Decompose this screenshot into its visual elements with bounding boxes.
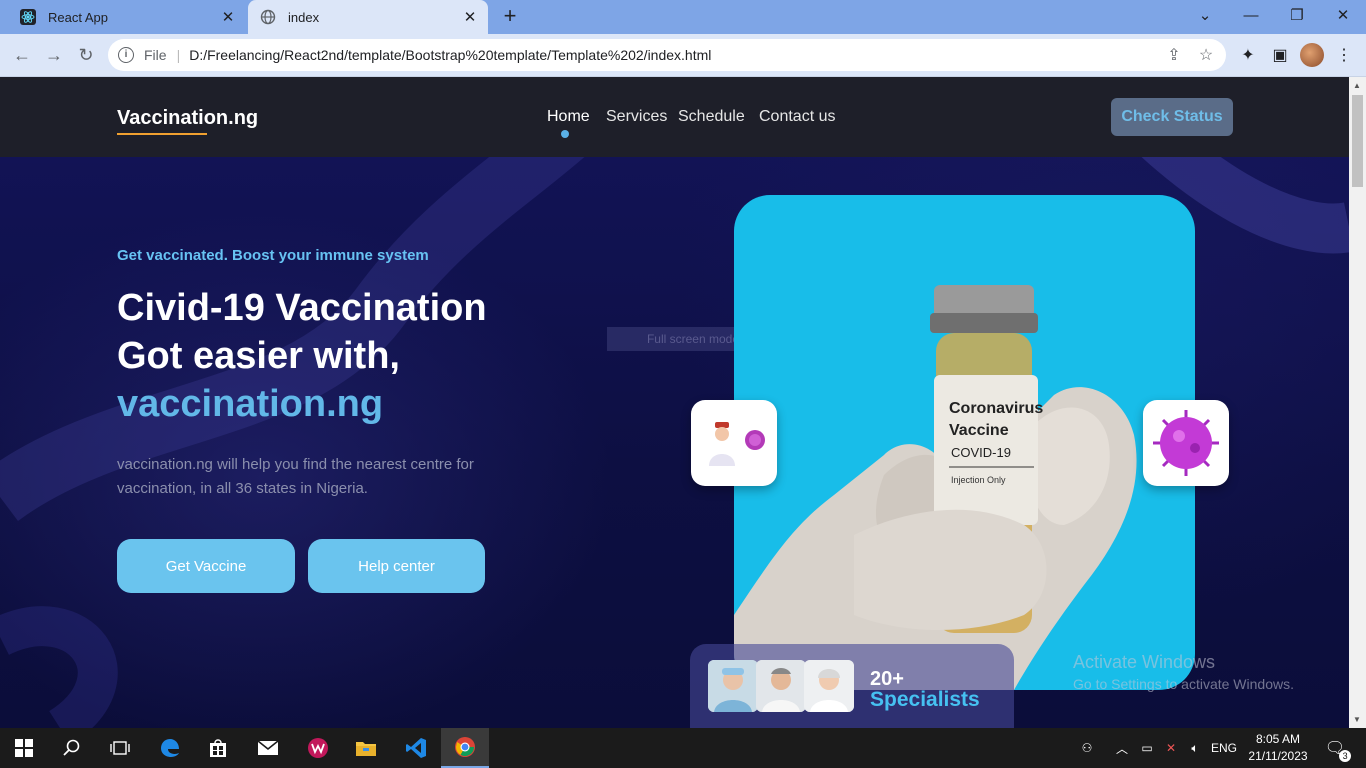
activate-windows-subtitle: Go to Settings to activate Windows. [1073,676,1294,692]
scroll-down-icon[interactable]: ▼ [1353,715,1361,724]
url-text[interactable]: D:/Freelancing/React2nd/template/Bootstr… [189,47,1162,63]
clock-date: 21/11/2023 [1248,749,1308,763]
tab-title: index [288,9,320,25]
tab-index[interactable]: index ✕ [248,0,488,34]
specialist-avatar [804,660,854,712]
help-center-button[interactable]: Help center [308,539,485,593]
scheme-label: File [144,47,167,63]
vial-label-line4: Injection Only [951,475,1006,485]
mail-icon[interactable] [244,728,292,768]
hero-title-line2: Got easier with, [117,335,400,377]
hero-title-line3: vaccination.ng [117,383,384,425]
doctor-virus-card [691,400,777,486]
tab-search-icon[interactable]: ⌄ [1182,0,1228,30]
specialists-card: 20+ Specialists [690,644,1014,728]
globe-icon [260,9,276,25]
react-icon [20,9,36,25]
language-indicator[interactable]: ENG [1208,728,1240,768]
address-bar[interactable]: i File | D:/Freelancing/React2nd/templat… [108,39,1226,71]
tab-title: React App [48,9,108,25]
web-page: Vaccination.ng Home Services Schedule Co… [0,77,1349,728]
edge-icon[interactable] [146,728,194,768]
share-icon[interactable]: ⇪ [1162,43,1186,67]
new-tab-button[interactable]: + [498,5,522,29]
network-icon[interactable]: ✕ [1160,728,1182,768]
vial-label-line3: COVID-19 [951,445,1011,460]
close-window-icon[interactable]: ✕ [1320,0,1366,30]
vaccine-hand-illustration: Coronavirus Vaccine COVID-19 Injection O… [734,285,1137,690]
forward-icon[interactable]: → [42,43,66,67]
page-scrollbar[interactable]: ▲ ▼ [1349,77,1366,728]
reload-icon[interactable]: ↻ [74,43,98,67]
notifications-icon[interactable]: 🗨︎ 3 [1320,728,1352,768]
windows-start-icon[interactable] [0,728,48,768]
specialists-label: Specialists [870,688,980,711]
vial-label-line1: Coronavirus [949,400,1043,417]
virus-card [1143,400,1229,486]
brand-logo[interactable]: Vaccination.ng [117,107,258,130]
activate-windows-title: Activate Windows [1073,652,1216,672]
system-clock[interactable]: 8:05 AM 21/11/2023 [1248,731,1308,765]
divider: | [176,47,181,63]
restore-icon[interactable]: ❐ [1274,0,1320,30]
profile-avatar[interactable] [1300,43,1324,67]
scroll-up-icon[interactable]: ▲ [1353,81,1361,90]
volume-icon[interactable]: 🔈︎ [1184,728,1206,768]
side-panel-icon[interactable]: ▣ [1268,43,1292,67]
vial-label-line2: Vaccine [949,422,1009,439]
people-icon[interactable]: ⚇ [1076,728,1098,768]
bookmark-star-icon[interactable]: ☆ [1194,43,1218,67]
nav-contact[interactable]: Contact us [759,108,835,126]
wps-office-icon[interactable] [294,728,342,768]
nav-home[interactable]: Home [547,108,590,126]
search-icon[interactable] [48,728,96,768]
windows-taskbar: ⚇ ︿ ▭ ✕ 🔈︎ ENG 8:05 AM 21/11/2023 🗨︎ 3 [0,728,1366,768]
site-navbar: Vaccination.ng Home Services Schedule Co… [0,77,1349,157]
nav-services[interactable]: Services [606,108,667,126]
close-tab-icon[interactable]: ✕ [218,7,238,27]
show-hidden-icons-icon[interactable]: ︿ [1112,728,1132,768]
back-icon[interactable]: ← [10,43,34,67]
hero-description: vaccination.ng will help you find the ne… [117,456,474,497]
close-tab-icon[interactable]: ✕ [460,7,480,27]
info-icon[interactable]: i [118,47,134,63]
task-view-icon[interactable] [96,728,144,768]
browser-tab-strip: React App ✕ index ✕ + ⌄ — ❐ ✕ [0,0,1366,34]
hero-image-card: Coronavirus Vaccine COVID-19 Injection O… [734,195,1195,690]
chrome-icon[interactable] [441,728,489,768]
tab-react-app[interactable]: React App ✕ [8,0,246,34]
minimize-icon[interactable]: — [1228,0,1274,30]
file-explorer-icon[interactable] [342,728,390,768]
extensions-icon[interactable]: ✦ [1236,43,1260,67]
specialist-avatar [708,660,758,712]
check-status-button[interactable]: Check Status [1111,98,1233,136]
browser-toolbar: ← → ↻ i File | D:/Freelancing/React2nd/t… [0,34,1366,77]
get-vaccine-button[interactable]: Get Vaccine [117,539,295,593]
specialist-avatar [756,660,806,712]
battery-icon[interactable]: ▭ [1136,728,1158,768]
virus-icon [1153,410,1219,476]
brand-underline [117,133,207,135]
active-indicator [561,130,569,138]
doctor-icon [709,422,765,466]
notification-count: 3 [1339,750,1352,762]
scrollbar-thumb[interactable] [1352,95,1363,187]
store-icon[interactable] [194,728,242,768]
vscode-icon[interactable] [392,728,440,768]
nav-schedule[interactable]: Schedule [678,108,745,126]
clock-time: 8:05 AM [1255,732,1301,746]
hero-eyebrow: Get vaccinated. Boost your immune system [117,247,429,264]
hero-title-line1: Civid-19 Vaccination [117,287,487,329]
more-menu-icon[interactable]: ⋮ [1332,43,1356,67]
